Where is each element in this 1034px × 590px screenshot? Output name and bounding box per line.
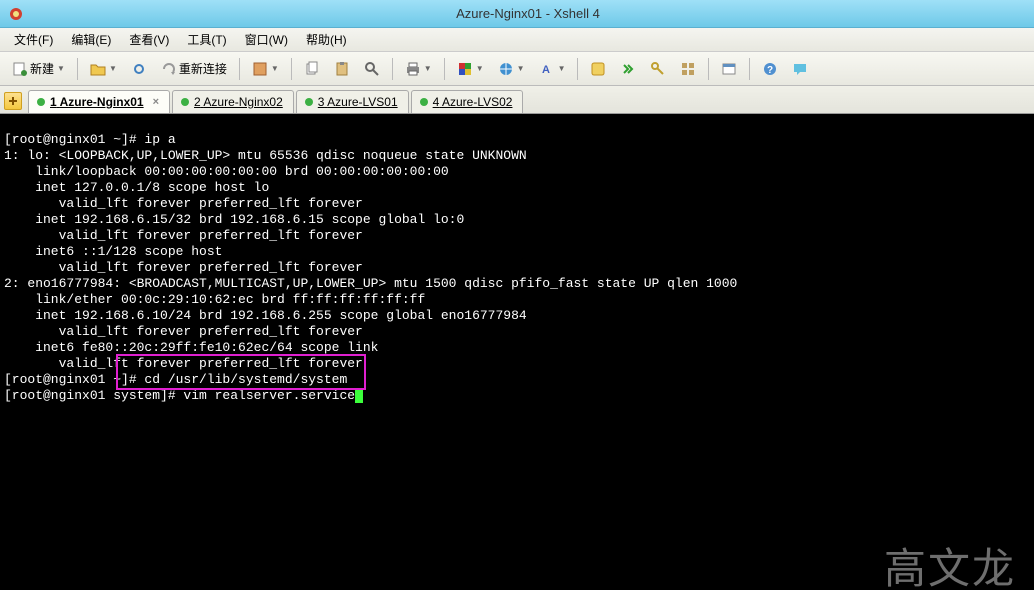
terminal-line: link/ether 00:0c:29:10:62:ec brd ff:ff:f… (4, 292, 425, 307)
script-button[interactable] (584, 57, 612, 81)
transfer-button[interactable] (614, 57, 642, 81)
tab-azure-lvs02[interactable]: 4 Azure-LVS02 (411, 90, 524, 113)
tab-label: 3 Azure-LVS01 (318, 95, 398, 109)
menu-help[interactable]: 帮助(H) (298, 29, 355, 50)
tab-add-button[interactable] (4, 92, 22, 110)
terminal-line: [root@nginx01 ~]# ip a (4, 132, 176, 147)
copy-button[interactable] (298, 57, 326, 81)
dropdown-icon: ▼ (424, 64, 432, 73)
tab-label: 1 Azure-Nginx01 (50, 95, 144, 109)
svg-text:?: ? (767, 65, 773, 76)
dropdown-icon: ▼ (476, 64, 484, 73)
dropdown-icon: ▼ (109, 64, 117, 73)
separator (708, 58, 709, 80)
terminal-line: valid_lft forever preferred_lft forever (4, 228, 363, 243)
search-button[interactable] (358, 57, 386, 81)
terminal-cursor (355, 389, 363, 403)
new-button[interactable]: 新建 ▼ (6, 56, 71, 81)
key-button[interactable] (644, 57, 672, 81)
separator (577, 58, 578, 80)
tab-azure-nginx02[interactable]: 2 Azure-Nginx02 (172, 90, 294, 113)
separator (749, 58, 750, 80)
menu-tools[interactable]: 工具(T) (179, 29, 234, 50)
reconnect-button[interactable]: 重新连接 (155, 56, 233, 81)
menu-file[interactable]: 文件(F) (6, 29, 61, 50)
separator (392, 58, 393, 80)
tab-azure-nginx01[interactable]: 1 Azure-Nginx01 × (28, 90, 170, 113)
separator (291, 58, 292, 80)
open-button[interactable]: ▼ (84, 57, 123, 81)
dropdown-icon: ▼ (271, 64, 279, 73)
status-dot-icon (420, 98, 428, 106)
menu-edit[interactable]: 编辑(E) (63, 29, 119, 50)
tab-label: 2 Azure-Nginx02 (194, 95, 283, 109)
paste-button[interactable] (328, 57, 356, 81)
terminal[interactable]: [root@nginx01 ~]# ip a 1: lo: <LOOPBACK,… (0, 114, 1034, 590)
terminal-line: valid_lft forever preferred_lft forever (4, 196, 363, 211)
separator (444, 58, 445, 80)
separator (77, 58, 78, 80)
terminal-line: valid_lft forever preferred_lft forever (4, 356, 363, 371)
font-button[interactable]: A ▼ (533, 57, 572, 81)
dropdown-icon: ▼ (558, 64, 566, 73)
color-button[interactable]: ▼ (451, 57, 490, 81)
tab-azure-lvs01[interactable]: 3 Azure-LVS01 (296, 90, 409, 113)
help-button[interactable]: ? (756, 57, 784, 81)
menu-window[interactable]: 窗口(W) (237, 29, 296, 50)
terminal-line: link/loopback 00:00:00:00:00:00 brd 00:0… (4, 164, 449, 179)
link-button[interactable] (125, 57, 153, 81)
dropdown-icon: ▼ (517, 64, 525, 73)
tabbar: 1 Azure-Nginx01 × 2 Azure-Nginx02 3 Azur… (0, 86, 1034, 114)
tab-label: 4 Azure-LVS02 (433, 95, 513, 109)
terminal-line: [root@nginx01 system]# vim realserver.se… (4, 388, 355, 403)
toolbar: 新建 ▼ ▼ 重新连接 ▼ ▼ ▼ ▼ A ▼ (0, 52, 1034, 86)
svg-text:A: A (542, 64, 550, 76)
status-dot-icon (305, 98, 313, 106)
terminal-line: 1: lo: <LOOPBACK,UP,LOWER_UP> mtu 65536 … (4, 148, 527, 163)
terminal-line: inet 192.168.6.15/32 brd 192.168.6.15 sc… (4, 212, 464, 227)
tab-close-button[interactable]: × (153, 96, 159, 108)
titlebar: Azure-Nginx01 - Xshell 4 (0, 0, 1034, 28)
separator (239, 58, 240, 80)
terminal-line: valid_lft forever preferred_lft forever (4, 260, 363, 275)
terminal-line: inet6 fe80::20c:29ff:fe10:62ec/64 scope … (4, 340, 378, 355)
status-dot-icon (37, 98, 45, 106)
globe-button[interactable]: ▼ (492, 57, 531, 81)
terminal-line: 2: eno16777984: <BROADCAST,MULTICAST,UP,… (4, 276, 737, 291)
dropdown-icon: ▼ (57, 64, 65, 73)
new-label: 新建 (30, 60, 54, 77)
window-title: Azure-Nginx01 - Xshell 4 (30, 6, 1026, 21)
profile-button[interactable]: ▼ (246, 57, 285, 81)
terminal-line: inet 127.0.0.1/8 scope host lo (4, 180, 269, 195)
terminal-line: valid_lft forever preferred_lft forever (4, 324, 363, 339)
window-button[interactable] (715, 57, 743, 81)
terminal-line: inet6 ::1/128 scope host (4, 244, 222, 259)
print-button[interactable]: ▼ (399, 57, 438, 81)
status-dot-icon (181, 98, 189, 106)
terminal-line: [root@nginx01 ~]# cd /usr/lib/systemd/sy… (4, 372, 347, 387)
reconnect-label: 重新连接 (179, 60, 227, 77)
chat-button[interactable] (786, 57, 814, 81)
terminal-line: inet 192.168.6.10/24 brd 192.168.6.255 s… (4, 308, 527, 323)
menu-view[interactable]: 查看(V) (121, 29, 177, 50)
grid-button[interactable] (674, 57, 702, 81)
menubar: 文件(F) 编辑(E) 查看(V) 工具(T) 窗口(W) 帮助(H) (0, 28, 1034, 52)
app-icon (8, 6, 24, 22)
watermark: 高文龙 (884, 562, 1016, 578)
